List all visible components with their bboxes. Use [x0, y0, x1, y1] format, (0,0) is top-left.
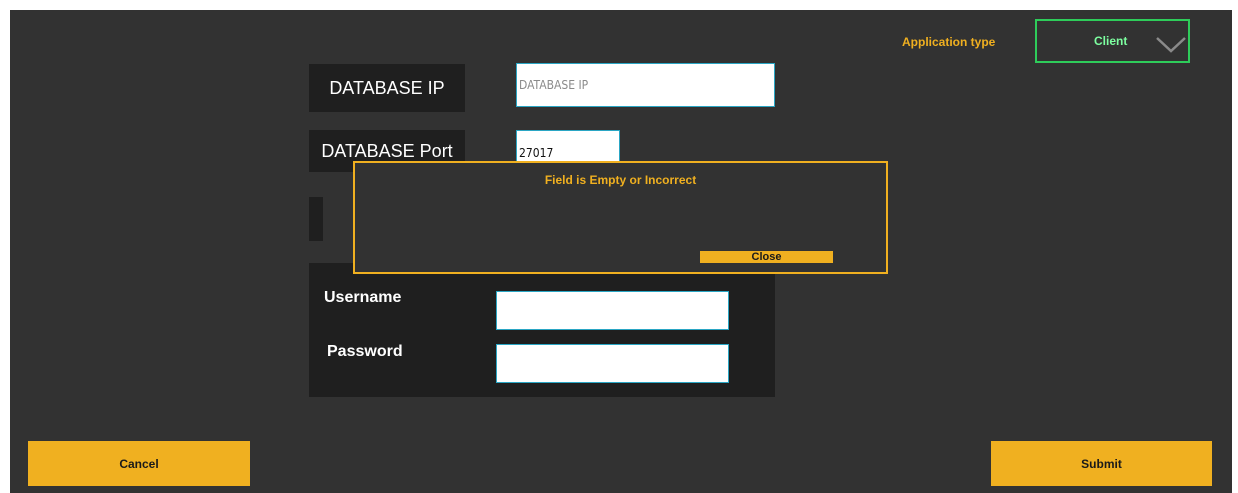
database-port-value: 27017: [519, 146, 554, 160]
password-label: Password: [327, 343, 403, 360]
password-input[interactable]: [496, 344, 729, 383]
submit-button[interactable]: Submit: [991, 441, 1212, 486]
chevron-down-icon[interactable]: [1155, 35, 1187, 60]
application-type-select[interactable]: Client: [1035, 19, 1190, 63]
error-message: Field is Empty or Incorrect: [544, 173, 697, 187]
application-type-value: Client: [1094, 34, 1128, 48]
username-label: Username: [324, 289, 402, 306]
database-ip-label: DATABASE IP: [309, 64, 465, 112]
database-ip-input[interactable]: DATABASE IP: [516, 63, 775, 107]
username-input[interactable]: [496, 291, 729, 330]
database-port-label-text: DATABASE Port: [321, 141, 453, 161]
app-window: Application type Client DATABASE IP DATA…: [10, 10, 1232, 493]
credentials-panel: Username Password: [309, 263, 775, 397]
hidden-row-panel: [309, 197, 323, 241]
error-dialog: Field is Empty or Incorrect Close: [353, 161, 888, 274]
application-type-label: Application type: [902, 35, 996, 49]
cancel-button[interactable]: Cancel: [28, 441, 250, 486]
close-button[interactable]: Close: [700, 251, 833, 263]
